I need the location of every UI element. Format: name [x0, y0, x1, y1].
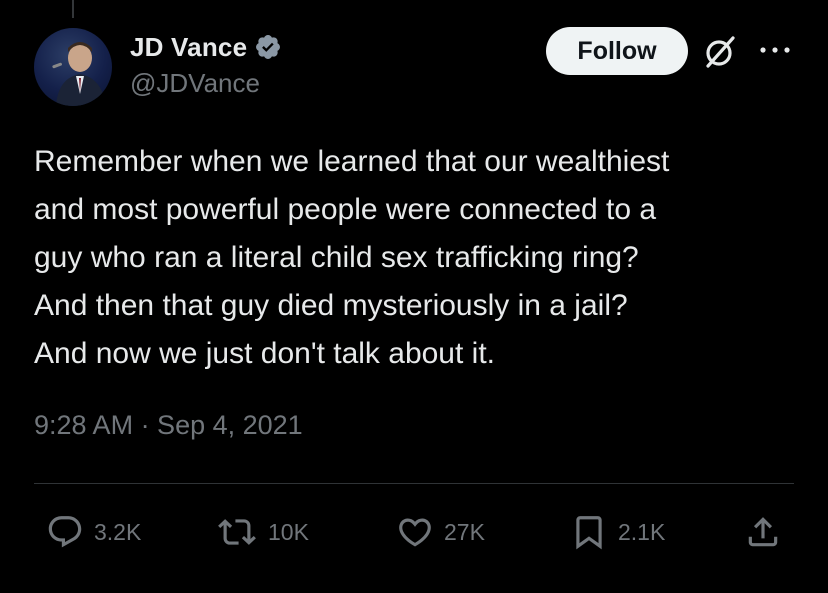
bookmark-count: 2.1K	[618, 518, 666, 545]
share-button[interactable]	[744, 510, 782, 554]
repost-icon	[218, 519, 256, 545]
repost-count: 10K	[268, 518, 309, 545]
verified-badge-icon	[256, 35, 281, 59]
heart-icon	[399, 518, 431, 547]
grok-icon[interactable]	[700, 32, 740, 72]
tweet-text-line: Remember when we learned that our wealth…	[34, 145, 670, 178]
tweet-text-line: and most powerful people were connected …	[34, 193, 657, 226]
share-icon	[748, 517, 778, 547]
author-block: JD Vance @JDVance	[130, 30, 282, 99]
divider	[34, 483, 794, 484]
reply-count: 3.2K	[94, 518, 142, 545]
author-display-name[interactable]: JD Vance	[130, 32, 247, 63]
like-count: 27K	[444, 518, 485, 545]
name-row: JD Vance	[130, 30, 282, 64]
profile-photo-icon	[52, 42, 106, 106]
tweet-text-line: And now we just don't talk about it.	[34, 337, 496, 370]
follow-button[interactable]: Follow	[546, 27, 688, 75]
more-dots-icon[interactable]	[758, 40, 792, 60]
tweet-text-line: And then that guy died mysteriously in a…	[34, 289, 628, 322]
thread-connector-line	[72, 0, 74, 18]
repost-button[interactable]: 10K	[216, 510, 309, 554]
tweet-timestamp[interactable]: 9:28 AM · Sep 4, 2021	[34, 410, 303, 441]
tweet-text-line: guy who ran a literal child sex traffick…	[34, 241, 639, 274]
avatar[interactable]	[34, 28, 112, 106]
reply-button[interactable]: 3.2K	[46, 510, 141, 554]
like-button[interactable]: 27K	[396, 510, 485, 554]
bookmark-icon	[576, 516, 602, 550]
reply-icon	[48, 516, 82, 548]
author-handle[interactable]: @JDVance	[130, 68, 282, 99]
tweet-text: Remember when we learned that our wealth…	[34, 138, 804, 378]
bookmark-button[interactable]: 2.1K	[570, 510, 665, 554]
tweet-actions-bar: 3.2K 10K 27K 2.1K	[0, 510, 828, 554]
